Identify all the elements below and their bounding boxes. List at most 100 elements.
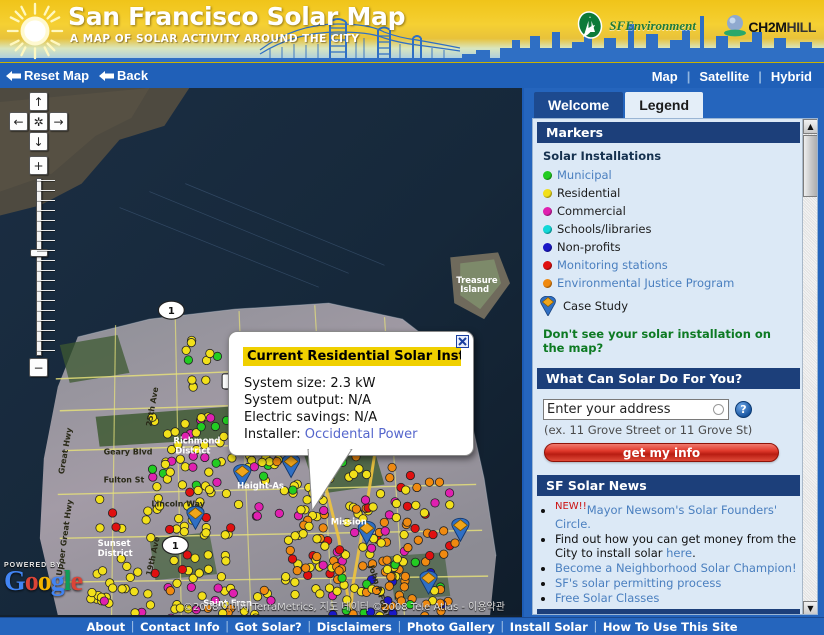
sidebar-tabs: Welcome Legend (524, 88, 824, 118)
pan-up-button[interactable]: ↑ (29, 92, 48, 111)
footer-separator: | (131, 620, 135, 633)
reset-map-button[interactable]: Reset Map (6, 68, 89, 83)
news-link-3[interactable]: SF's solar permitting process (555, 576, 721, 590)
solar-for-you-body: ? (ex. 11 Grove Street or 11 Grove St) g… (533, 389, 804, 472)
footer-link-photo-gallery[interactable]: Photo Gallery (407, 620, 495, 634)
info-row-system-size: System size: 2.3 kW (239, 375, 463, 392)
news-link-4[interactable]: Free Solar Classes (555, 591, 659, 605)
info-row-electric-savings: Electric savings: N/A (239, 409, 463, 426)
section-header-news: SF Solar News (537, 475, 800, 496)
nav-bar: Reset Map Back Map | Satellite | Hybrid (0, 62, 824, 88)
footer-link-disclaimers[interactable]: Disclaimers (317, 620, 392, 634)
back-button[interactable]: Back (99, 68, 148, 83)
zoom-tick (37, 300, 55, 301)
legend-item-monitoring[interactable]: Monitoring stations (543, 257, 693, 273)
sun-icon (6, 2, 64, 60)
ch2mhill-globe-icon (724, 15, 747, 37)
map-viewport[interactable]: Treasure Island Richmond District Haight… (0, 88, 524, 617)
footer-link-contact-info[interactable]: Contact Info (140, 620, 219, 634)
page-header: San Francisco Solar Map A MAP OF SOLAR A… (0, 0, 824, 62)
google-logo[interactable]: POWERED BY Google (4, 562, 83, 597)
arrow-left-icon (6, 70, 21, 81)
map-type-map[interactable]: Map (652, 69, 678, 84)
legend-item-commercial[interactable]: Commercial (543, 203, 647, 219)
legend-label-monitoring: Monitoring stations (557, 258, 668, 272)
legend-item-residential[interactable]: Residential (543, 185, 693, 201)
page-subtitle: A MAP OF SOLAR ACTIVITY AROUND THE CITY (70, 33, 360, 45)
sfenvironment-leaf-icon (578, 11, 603, 39)
tab-welcome[interactable]: Welcome (534, 92, 624, 118)
pan-down-button[interactable]: ↓ (29, 132, 48, 151)
map-type-satellite[interactable]: Satellite (699, 69, 749, 84)
legend-item-municipal[interactable]: Municipal (543, 167, 647, 183)
footer-link-got-solar[interactable]: Got Solar? (235, 620, 302, 634)
sidebar-scrollbar[interactable]: ▲ ▼ (802, 119, 817, 614)
page-title: San Francisco Solar Map (68, 2, 406, 31)
pan-left-button[interactable]: ← (9, 112, 28, 131)
map-type-switcher: Map | Satellite | Hybrid (652, 63, 812, 89)
zoom-tick (37, 340, 55, 341)
get-my-info-button[interactable]: get my info (544, 443, 779, 462)
zoom-out-button[interactable]: − (29, 358, 48, 377)
help-icon[interactable]: ? (735, 401, 752, 418)
legend-list: Municipal Residential Commercial Schools… (540, 167, 796, 319)
news-suffix-1: . (692, 545, 696, 560)
legend-item-ejp[interactable]: Environmental Justice Program (543, 275, 796, 291)
legend-label-residential: Residential (557, 186, 621, 200)
section-header-markers: Markers (537, 122, 800, 143)
news-link-2[interactable]: Become a Neighborhood Solar Champion! (555, 561, 797, 575)
nav-separator: | (686, 68, 691, 84)
pan-right-button[interactable]: → (49, 112, 68, 131)
section-header-solar-for-you: What Can Solar Do For You? (537, 368, 800, 389)
case-study-pin-icon (540, 296, 556, 316)
municipal-marker-icon (543, 170, 552, 180)
scroll-down-icon[interactable]: ▼ (803, 601, 817, 614)
solar-map-page: San Francisco Solar Map A MAP OF SOLAR A… (0, 0, 824, 635)
monitoring-marker-icon (543, 260, 552, 270)
info-label-installer: Installer: (244, 427, 301, 442)
ch2mhill-logo[interactable]: CH2MHILL (722, 12, 816, 42)
close-icon[interactable] (456, 335, 469, 348)
footer-separator: | (307, 620, 311, 633)
footer-link-install-solar[interactable]: Install Solar (510, 620, 588, 634)
zoom-in-button[interactable]: + (29, 156, 48, 175)
google-letter-5: e (70, 566, 83, 597)
zoom-tick (37, 260, 55, 261)
info-window-tail (307, 449, 353, 513)
nav-separator: | (758, 68, 762, 84)
ejp-marker-icon (543, 278, 552, 288)
legend-item-schools[interactable]: Schools/libraries (543, 221, 693, 237)
ch2mhill-label: CH2MHILL (748, 19, 816, 35)
installer-link[interactable]: Occidental Power (305, 427, 418, 442)
map-type-hybrid[interactable]: Hybrid (771, 69, 812, 84)
legend-label-municipal: Municipal (557, 168, 612, 182)
zoom-tick (37, 270, 55, 271)
footer-link-about[interactable]: About (86, 620, 125, 634)
arrow-left-icon (99, 70, 115, 81)
center-map-button[interactable]: ✲ (29, 112, 48, 131)
scroll-up-icon[interactable]: ▲ (803, 119, 817, 134)
search-input[interactable] (543, 399, 729, 420)
sfenvironment-logo[interactable]: SFEnvironment (577, 10, 696, 42)
legend-label-case-study: Case Study (563, 299, 629, 313)
scrollbar-thumb[interactable] (803, 135, 817, 197)
legend-label-ejp: Environmental Justice Program (557, 276, 735, 290)
news-link-1[interactable]: here (666, 546, 692, 560)
legend-item-nonprofits[interactable]: Non-profits (543, 239, 647, 255)
news-link-0[interactable]: Mayor Newsom's Solar Founders' Circle. (555, 503, 777, 531)
zoom-tick (37, 350, 55, 351)
footer-separator: | (500, 620, 504, 633)
main-content: Treasure Island Richmond District Haight… (0, 88, 824, 617)
zoom-tick (37, 190, 55, 191)
zoom-tick (37, 320, 55, 321)
footer-link-how-to-use-this-site[interactable]: How To Use This Site (603, 620, 738, 634)
news-item-4: Free Solar Classes (555, 591, 804, 605)
tab-legend[interactable]: Legend (625, 92, 703, 118)
google-letter-1: o (24, 566, 39, 597)
footer-separator: | (593, 620, 597, 633)
legend-item-case-study[interactable]: Case Study (540, 295, 796, 317)
missing-installation-link[interactable]: Don't see your solar installation on the… (543, 327, 796, 355)
info-window[interactable]: Current Residential Solar Install System… (228, 331, 474, 513)
news-item-0: NEW!!Mayor Newsom's Solar Founders' Circ… (555, 500, 804, 531)
zoom-tick (37, 250, 55, 251)
